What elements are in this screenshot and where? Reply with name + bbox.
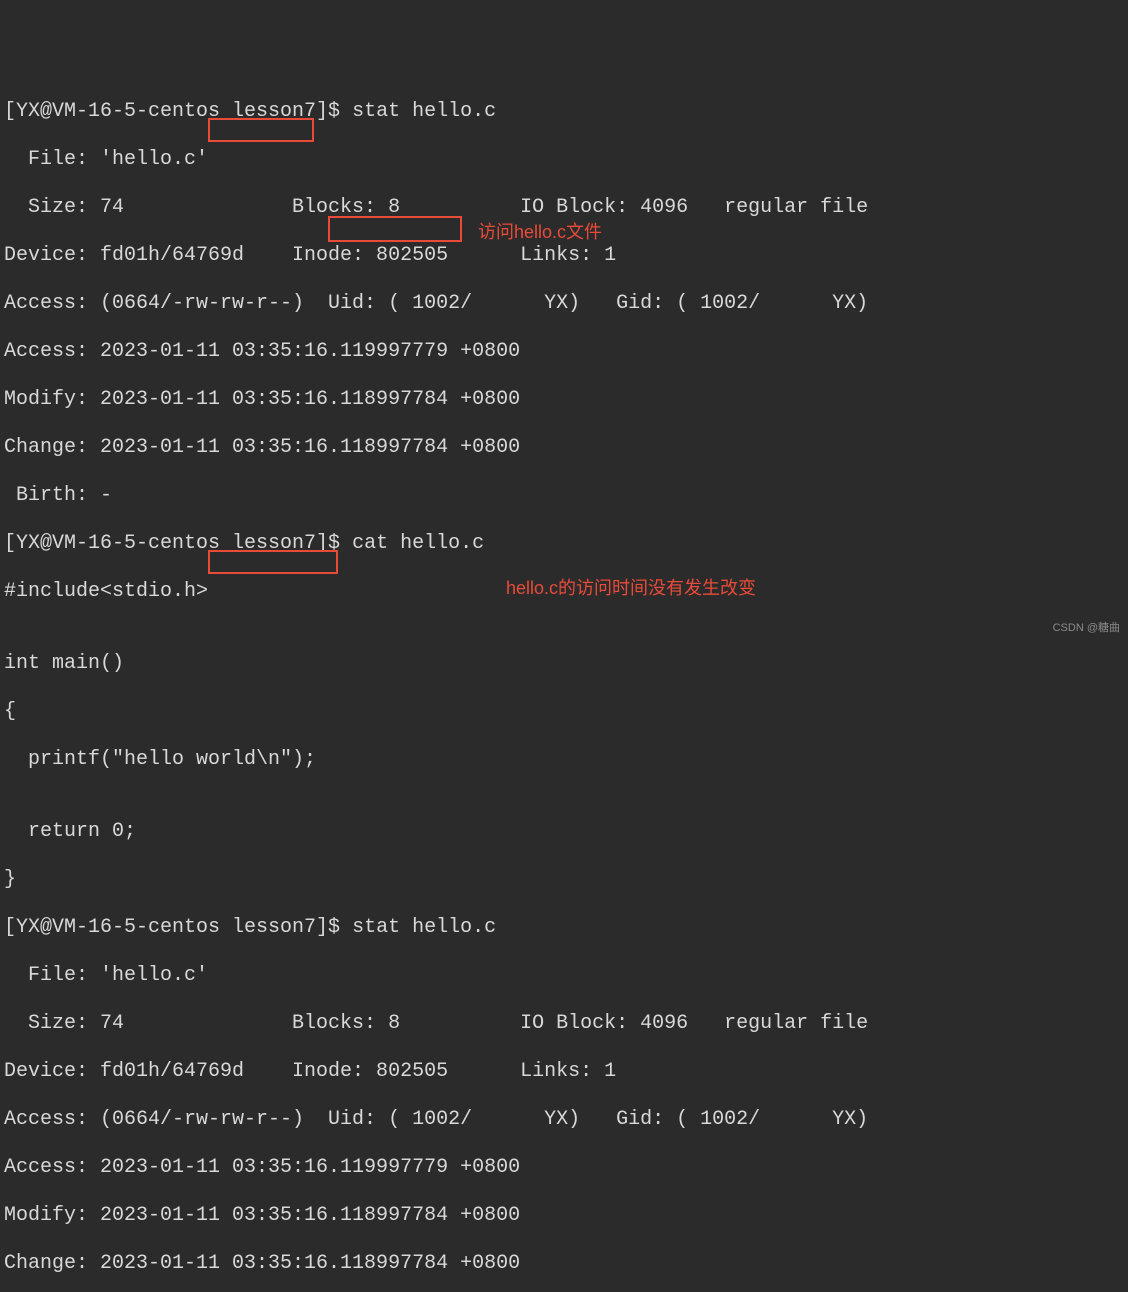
stat-output-line: Modify: 2023-01-11 03:35:16.118997784 +0… xyxy=(4,1204,1128,1228)
stat-output-line: Change: 2023-01-11 03:35:16.118997784 +0… xyxy=(4,436,1128,460)
cat-output-line: return 0; xyxy=(4,820,1128,844)
stat-output-line: Size: 74 Blocks: 8 IO Block: 4096 regula… xyxy=(4,1012,1128,1036)
annotation-text: hello.c的访问时间没有发生改变 xyxy=(506,576,756,600)
stat-output-line: Access: (0664/-rw-rw-r--) Uid: ( 1002/ Y… xyxy=(4,1108,1128,1132)
stat-output-line: Access: 2023-01-11 03:35:16.119997779 +0… xyxy=(4,340,1128,364)
stat-output-line: Size: 74 Blocks: 8 IO Block: 4096 regula… xyxy=(4,196,1128,220)
cat-output-line: printf("hello world\n"); xyxy=(4,748,1128,772)
shell-prompt: [YX@VM-16-5-centos lesson7]$ xyxy=(4,532,352,555)
command-text: stat hello.c xyxy=(352,100,496,123)
stat-output-line: Access: 2023-01-11 03:35:16.119997779 +0… xyxy=(4,1156,1128,1180)
shell-prompt: [YX@VM-16-5-centos lesson7]$ xyxy=(4,916,352,939)
cat-output-line: } xyxy=(4,868,1128,892)
terminal-line: [YX@VM-16-5-centos lesson7]$ cat hello.c xyxy=(4,532,1128,556)
stat-output-line: File: 'hello.c' xyxy=(4,964,1128,988)
terminal-line: [YX@VM-16-5-centos lesson7]$ stat hello.… xyxy=(4,916,1128,940)
stat-output-line: Modify: 2023-01-11 03:35:16.118997784 +0… xyxy=(4,388,1128,412)
cat-output-line: { xyxy=(4,700,1128,724)
stat-output-line: File: 'hello.c' xyxy=(4,148,1128,172)
stat-output-line: Device: fd01h/64769d Inode: 802505 Links… xyxy=(4,1060,1128,1084)
command-text: cat hello.c xyxy=(352,532,484,555)
cat-output-line: int main() xyxy=(4,652,1128,676)
stat-output-line: Birth: - xyxy=(4,484,1128,508)
stat-output-line: Access: (0664/-rw-rw-r--) Uid: ( 1002/ Y… xyxy=(4,292,1128,316)
watermark-text: CSDN @糖曲 xyxy=(1053,616,1120,640)
stat-output-line: Device: fd01h/64769d Inode: 802505 Links… xyxy=(4,244,1128,268)
command-text: stat hello.c xyxy=(352,916,496,939)
annotation-text: 访问hello.c文件 xyxy=(478,220,602,244)
shell-prompt: [YX@VM-16-5-centos lesson7]$ xyxy=(4,100,352,123)
stat-output-line: Change: 2023-01-11 03:35:16.118997784 +0… xyxy=(4,1252,1128,1276)
terminal-line: [YX@VM-16-5-centos lesson7]$ stat hello.… xyxy=(4,100,1128,124)
